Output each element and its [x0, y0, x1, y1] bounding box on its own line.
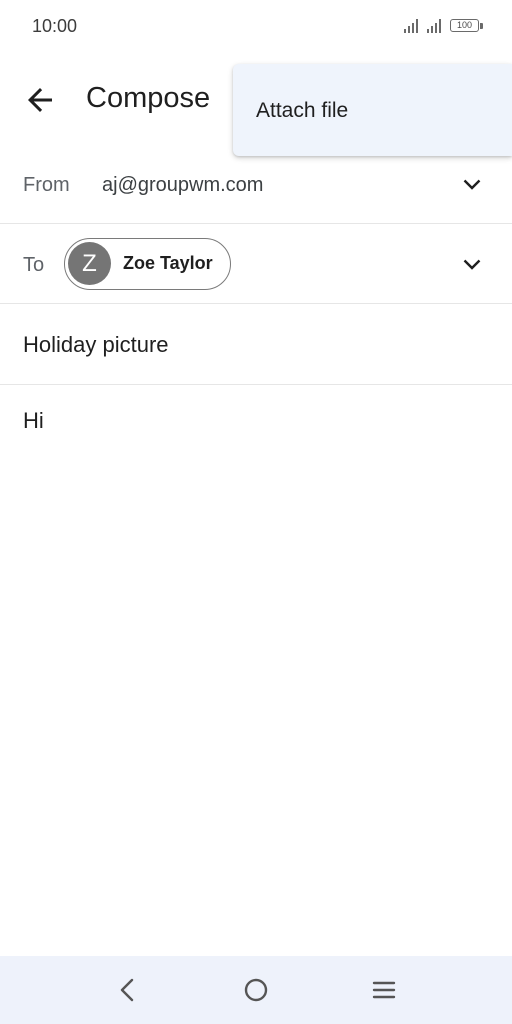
signal-icon — [404, 19, 420, 33]
to-label: To — [23, 254, 45, 276]
recipient-name: Zoe Taylor — [123, 253, 213, 273]
to-expand-button[interactable] — [460, 252, 484, 276]
arrow-back-icon — [28, 88, 52, 112]
page-title: Compose — [86, 82, 211, 114]
back-button[interactable] — [22, 82, 58, 118]
subject-row: Holiday picture — [0, 304, 512, 385]
overflow-menu: Attach file — [233, 64, 512, 156]
nav-menu-icon — [372, 981, 396, 999]
nav-home-icon — [244, 978, 268, 1002]
from-label: From — [23, 174, 70, 196]
battery-icon: 100 — [450, 19, 479, 32]
signal-icon — [427, 19, 443, 33]
from-expand-button[interactable] — [460, 172, 484, 196]
nav-back-button[interactable] — [114, 976, 142, 1004]
chevron-down-icon — [463, 259, 481, 270]
status-bar: 10:00 100 — [0, 0, 512, 52]
from-value[interactable]: aj@groupwm.com — [102, 174, 263, 197]
nav-home-button[interactable] — [242, 976, 270, 1004]
to-row: To Z Zoe Taylor — [0, 224, 512, 304]
battery-level: 100 — [456, 20, 473, 30]
avatar: Z — [68, 242, 111, 285]
subject-field[interactable]: Holiday picture — [23, 332, 169, 358]
nav-recents-button[interactable] — [370, 976, 398, 1004]
chevron-down-icon — [463, 179, 481, 190]
nav-back-icon — [120, 978, 134, 1002]
system-nav-bar — [0, 956, 512, 1024]
from-row: From aj@groupwm.com — [0, 144, 512, 224]
status-time: 10:00 — [32, 16, 78, 36]
recipient-chip[interactable]: Z Zoe Taylor — [64, 238, 231, 290]
battery-tip — [480, 23, 483, 29]
menu-item-attach-file[interactable]: Attach file — [256, 99, 348, 123]
body-field[interactable]: Hi — [23, 408, 44, 434]
